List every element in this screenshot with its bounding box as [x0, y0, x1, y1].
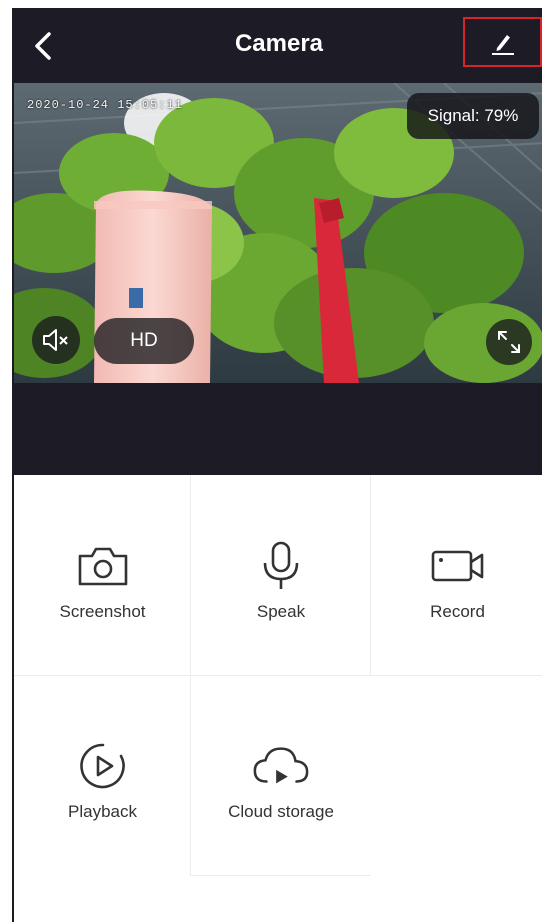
screenshot-label: Screenshot — [59, 602, 146, 621]
grid-divider — [190, 875, 371, 876]
live-video-feed[interactable]: 2020-10-24 15:05:11 Signal: 79% HD — [14, 83, 542, 383]
fullscreen-icon — [498, 331, 520, 353]
camera-screen: Camera 2020-10-24 15:05:11 Signal: 79% H… — [12, 8, 542, 922]
playback-icon — [79, 743, 125, 789]
mute-button[interactable] — [32, 316, 80, 364]
top-bar: Camera — [14, 8, 542, 83]
action-grid: Screenshot Speak Record Playback Cloud s… — [14, 475, 542, 876]
record-button[interactable]: Record — [371, 475, 542, 675]
video-bottom-bar — [14, 383, 542, 475]
screenshot-button[interactable]: Screenshot — [14, 475, 191, 675]
microphone-icon — [263, 541, 299, 589]
speaker-mute-icon — [43, 329, 68, 351]
cloud-storage-button[interactable]: Cloud storage — [191, 675, 371, 875]
cloud-storage-label: Cloud storage — [228, 802, 334, 821]
fullscreen-button[interactable] — [486, 319, 532, 365]
pencil-icon — [491, 35, 514, 55]
signal-badge: Signal: 79% — [407, 93, 539, 139]
video-camera-icon — [431, 550, 483, 582]
cloud-storage-icon — [253, 747, 309, 784]
camera-icon — [78, 547, 127, 586]
video-timestamp: 2020-10-24 15:05:11 — [27, 98, 183, 112]
playback-label: Playback — [68, 802, 137, 821]
record-label: Record — [430, 602, 485, 621]
quality-toggle-button[interactable]: HD — [94, 318, 194, 364]
speak-label: Speak — [256, 602, 306, 621]
speak-button[interactable]: Speak — [191, 475, 371, 675]
playback-button[interactable]: Playback — [14, 675, 191, 875]
edit-button[interactable] — [463, 17, 542, 67]
